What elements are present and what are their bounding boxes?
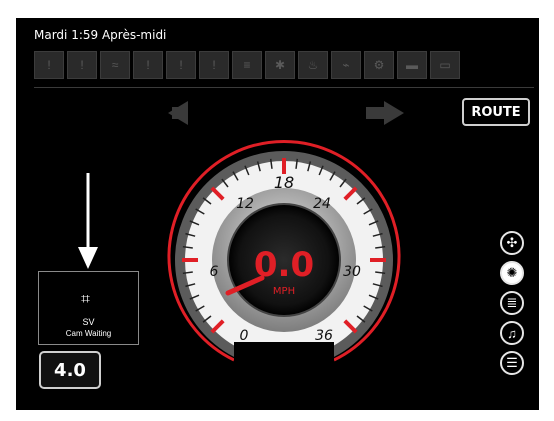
camera-status: Cam Waiting xyxy=(65,329,112,338)
tick-label: 0 xyxy=(240,328,249,344)
clock-text: Mardi 1:59 Après-midi xyxy=(34,28,167,42)
tick-label: 12 xyxy=(236,196,254,212)
tick-label: 6 xyxy=(210,264,219,280)
display-screen: Mardi 1:59 Après-midi ! ! ≈ ! ! ! ≡ ✱ ♨ … xyxy=(16,18,539,410)
tick-label: 30 xyxy=(343,264,361,280)
warning-icon: ! xyxy=(34,51,64,79)
warning-icon: ✱ xyxy=(265,51,295,79)
speed-value: 0.0 xyxy=(254,245,314,285)
fan-icon[interactable]: ✣ xyxy=(500,231,524,255)
headlight-icon[interactable]: ≣ xyxy=(500,291,524,315)
warning-icon-bar: ! ! ≈ ! ! ! ≡ ✱ ♨ ⌁ ⚙ ▬ ▭ xyxy=(34,51,534,79)
tick-label: 36 xyxy=(315,328,333,344)
route-button[interactable]: ROUTE xyxy=(462,98,530,126)
camera-panel[interactable]: ⌗ SV Cam Waiting xyxy=(38,271,139,345)
warning-icon: ! xyxy=(67,51,97,79)
tick-label: 24 xyxy=(313,196,331,212)
camera-label: SV xyxy=(82,317,95,327)
warning-icon: ⌁ xyxy=(331,51,361,79)
camera-icon: ⌗ xyxy=(81,291,91,308)
tick-label: 18 xyxy=(274,173,294,192)
warning-icon: ≈ xyxy=(100,51,130,79)
sun-icon[interactable]: ✺ xyxy=(500,261,524,285)
warning-icon: ⚙ xyxy=(364,51,394,79)
warning-icon: ▭ xyxy=(430,51,460,79)
warning-icon: ! xyxy=(133,51,163,79)
music-icon[interactable]: ♫ xyxy=(500,321,524,345)
warning-icon: ! xyxy=(199,51,229,79)
speedometer-gauge: 18 12 24 6 30 0 36 0.0 MPH xyxy=(167,139,401,370)
divider xyxy=(34,87,534,88)
warning-icon: ▬ xyxy=(397,51,427,79)
warning-icon: ♨ xyxy=(298,51,328,79)
speed-unit: MPH xyxy=(273,286,295,297)
warning-icon: ≡ xyxy=(232,51,262,79)
gauge-bottom-cutout xyxy=(234,342,334,370)
down-arrow-icon xyxy=(78,173,98,269)
warning-icon: ! xyxy=(166,51,196,79)
menu-icon[interactable]: ☰ xyxy=(500,351,524,375)
value-readout: 4.0 xyxy=(39,351,101,389)
